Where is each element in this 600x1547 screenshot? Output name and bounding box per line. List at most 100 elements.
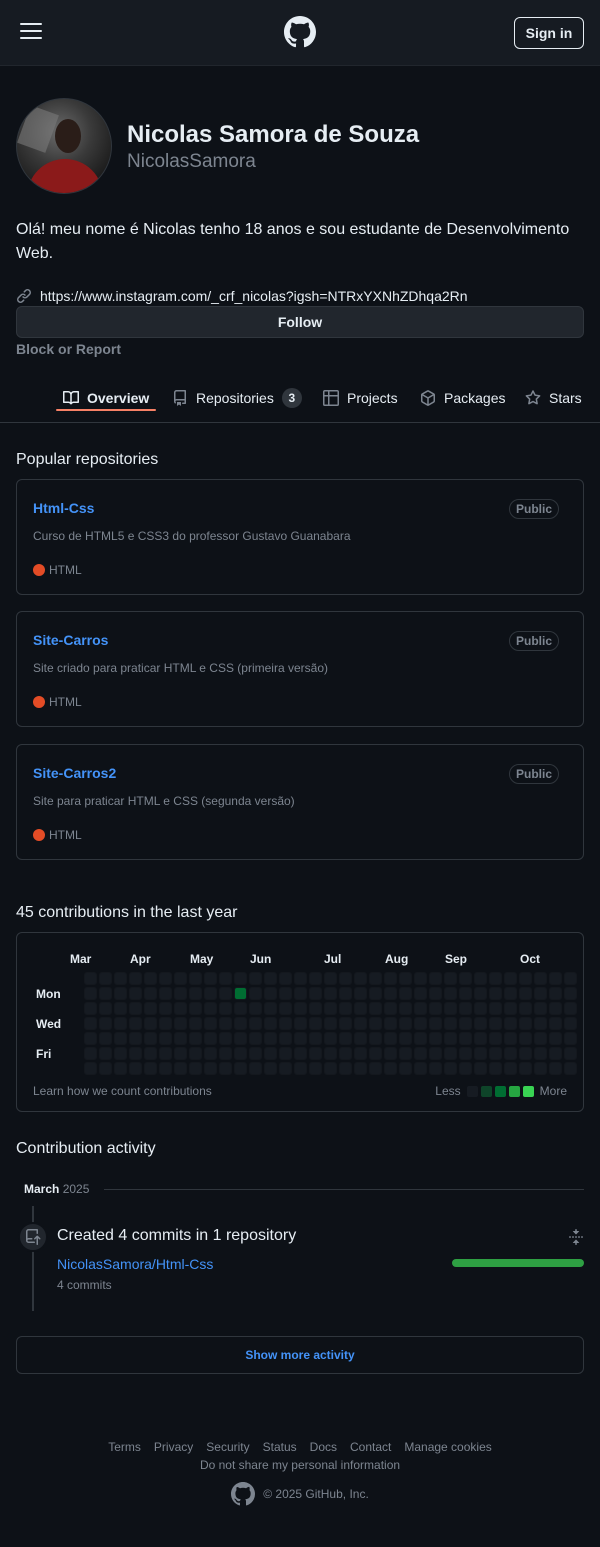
contribution-cell[interactable] <box>490 973 501 984</box>
contribution-cell[interactable] <box>415 1033 426 1044</box>
contribution-cell[interactable] <box>385 1048 396 1059</box>
contribution-cell[interactable] <box>295 1003 306 1014</box>
contribution-cell[interactable] <box>460 1018 471 1029</box>
contribution-cell[interactable] <box>550 1018 561 1029</box>
contribution-cell[interactable] <box>190 1018 201 1029</box>
contribution-cell[interactable] <box>175 1033 186 1044</box>
contribution-cell[interactable] <box>355 1063 366 1074</box>
contribution-cell[interactable] <box>385 988 396 999</box>
contribution-cell[interactable] <box>145 1003 156 1014</box>
contribution-cell[interactable] <box>325 1003 336 1014</box>
contribution-cell[interactable] <box>310 1018 321 1029</box>
contribution-cell[interactable] <box>550 1063 561 1074</box>
contribution-cell[interactable] <box>400 1018 411 1029</box>
contribution-cell[interactable] <box>160 1003 171 1014</box>
contribution-cell[interactable] <box>535 1003 546 1014</box>
contribution-cell[interactable] <box>505 1048 516 1059</box>
contribution-cell[interactable] <box>340 1003 351 1014</box>
contribution-cell[interactable] <box>445 1033 456 1044</box>
contribution-cell[interactable] <box>115 988 126 999</box>
contribution-cell[interactable] <box>385 1063 396 1074</box>
github-logo-icon[interactable] <box>284 16 316 48</box>
contribution-cell[interactable] <box>490 1033 501 1044</box>
tab-repositories[interactable]: Repositories 3 <box>172 382 302 414</box>
contribution-cell[interactable] <box>295 988 306 999</box>
learn-contributions-link[interactable]: Learn how we count contributions <box>33 1084 212 1098</box>
contribution-cell[interactable] <box>475 988 486 999</box>
contribution-cell[interactable] <box>280 1048 291 1059</box>
contribution-cell[interactable] <box>100 1063 111 1074</box>
contribution-cell[interactable] <box>565 1063 576 1074</box>
contribution-cell[interactable] <box>565 1033 576 1044</box>
contribution-cell[interactable] <box>250 1048 261 1059</box>
contribution-cell[interactable] <box>460 988 471 999</box>
contribution-cell[interactable] <box>160 1063 171 1074</box>
contribution-cell[interactable] <box>250 1018 261 1029</box>
contribution-cell[interactable] <box>265 988 276 999</box>
contribution-cell[interactable] <box>355 988 366 999</box>
contribution-cell[interactable] <box>430 1003 441 1014</box>
contribution-cell[interactable] <box>205 1033 216 1044</box>
contribution-cell[interactable] <box>100 1018 111 1029</box>
contribution-cell[interactable] <box>460 1048 471 1059</box>
contribution-cell[interactable] <box>550 1033 561 1044</box>
contribution-cell[interactable] <box>115 1033 126 1044</box>
contribution-cell[interactable] <box>550 988 561 999</box>
footer-link-docs[interactable]: Docs <box>310 1440 337 1454</box>
contribution-cell[interactable] <box>265 1018 276 1029</box>
contribution-cell[interactable] <box>565 1048 576 1059</box>
contribution-cell[interactable] <box>250 988 261 999</box>
contribution-cell[interactable] <box>445 1018 456 1029</box>
contribution-cell[interactable] <box>535 1018 546 1029</box>
contribution-cell[interactable] <box>160 1018 171 1029</box>
contribution-cell[interactable] <box>445 988 456 999</box>
contribution-cell[interactable] <box>340 1033 351 1044</box>
contribution-cell[interactable] <box>520 1033 531 1044</box>
contribution-cell[interactable] <box>340 1048 351 1059</box>
contribution-cell[interactable] <box>160 988 171 999</box>
contribution-cell[interactable] <box>475 1033 486 1044</box>
contribution-cell[interactable] <box>220 1018 231 1029</box>
contribution-cell[interactable] <box>325 1063 336 1074</box>
contribution-cell[interactable] <box>220 1003 231 1014</box>
contribution-cell[interactable] <box>100 1003 111 1014</box>
contribution-cell[interactable] <box>415 1018 426 1029</box>
sign-in-button[interactable]: Sign in <box>514 17 584 49</box>
contribution-cell[interactable] <box>280 988 291 999</box>
contribution-cell[interactable] <box>340 1018 351 1029</box>
contribution-cell[interactable] <box>385 1033 396 1044</box>
github-footer-logo-icon[interactable] <box>231 1482 256 1506</box>
contribution-cell[interactable] <box>85 973 96 984</box>
contribution-cell[interactable] <box>355 973 366 984</box>
contribution-cell[interactable] <box>190 1003 201 1014</box>
contribution-cell[interactable] <box>130 1048 141 1059</box>
contribution-cell[interactable] <box>205 988 216 999</box>
contribution-cell[interactable] <box>85 988 96 999</box>
contribution-cell[interactable] <box>85 1018 96 1029</box>
contribution-cell[interactable] <box>295 1063 306 1074</box>
contribution-cell[interactable] <box>100 973 111 984</box>
contribution-cell[interactable] <box>235 973 246 984</box>
contribution-cell[interactable] <box>265 973 276 984</box>
contribution-cell[interactable] <box>235 1048 246 1059</box>
contribution-cell[interactable] <box>535 1033 546 1044</box>
contribution-cell[interactable] <box>130 973 141 984</box>
contribution-cell[interactable] <box>85 1063 96 1074</box>
contribution-cell[interactable] <box>175 1048 186 1059</box>
contribution-cell[interactable] <box>145 973 156 984</box>
footer-link-contact[interactable]: Contact <box>350 1440 391 1454</box>
contribution-cell[interactable] <box>520 973 531 984</box>
repo-name-link[interactable]: Html-Css <box>33 500 94 516</box>
contribution-cell[interactable] <box>370 1063 381 1074</box>
contribution-cell[interactable] <box>505 1033 516 1044</box>
contribution-cell[interactable] <box>265 1033 276 1044</box>
tab-stars[interactable]: Stars <box>525 382 582 414</box>
contribution-cell[interactable] <box>490 1003 501 1014</box>
contribution-cell[interactable] <box>325 1033 336 1044</box>
contribution-cell[interactable] <box>250 1063 261 1074</box>
contribution-cell[interactable] <box>130 1018 141 1029</box>
profile-link[interactable]: https://www.instagram.com/_crf_nicolas?i… <box>40 288 468 304</box>
contribution-cell[interactable] <box>205 1003 216 1014</box>
contribution-cell[interactable] <box>550 1048 561 1059</box>
contribution-cell[interactable] <box>220 973 231 984</box>
